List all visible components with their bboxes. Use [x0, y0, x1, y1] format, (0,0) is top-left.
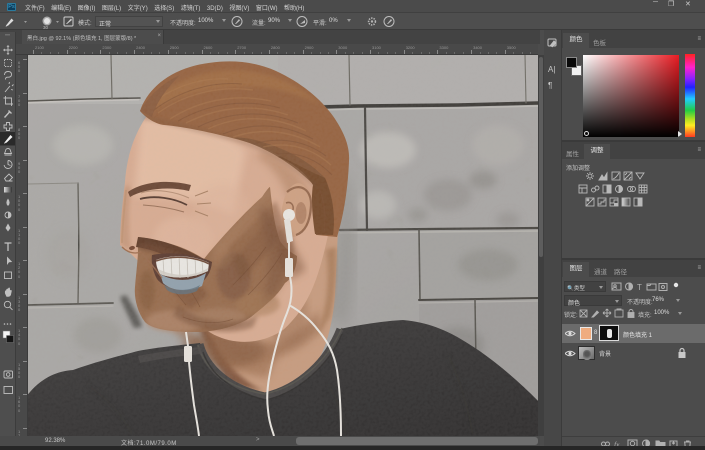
svg-text:¶: ¶ [548, 81, 552, 90]
svg-text:T: T [637, 283, 642, 292]
svg-text:A|: A| [548, 65, 555, 74]
